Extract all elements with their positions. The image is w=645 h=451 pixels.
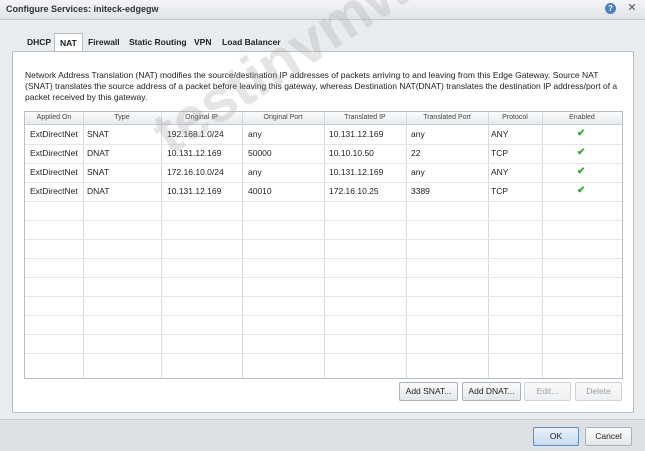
col-header-translated-ip[interactable]: Translated IP: [324, 112, 406, 124]
help-icon[interactable]: ?: [605, 3, 616, 14]
col-header-type[interactable]: Type: [83, 112, 161, 124]
row-divider: [25, 201, 622, 202]
row-divider: [25, 334, 622, 335]
cell-translated-port: any: [411, 167, 425, 177]
col-header-applied-on[interactable]: Applied On: [25, 112, 83, 124]
col-header-protocol[interactable]: Protocol: [488, 112, 542, 124]
close-icon[interactable]: ✕: [626, 2, 638, 14]
add-dnat-button[interactable]: Add DNAT...: [462, 382, 521, 401]
cell-translated-port: 3389: [411, 186, 430, 196]
window-title: Configure Services: initeck-edgegw: [6, 4, 159, 14]
tab-nat[interactable]: NAT: [54, 33, 83, 52]
add-snat-button[interactable]: Add SNAT...: [399, 382, 458, 401]
cell-type: DNAT: [87, 148, 110, 158]
cell-original-port: any: [248, 129, 262, 139]
tab-load-balancer[interactable]: Load Balancer: [217, 34, 286, 50]
column-divider: [488, 112, 489, 378]
row-divider: [25, 353, 622, 354]
cell-translated-ip: 10.131.12.169: [329, 167, 384, 177]
row-divider: [25, 144, 622, 145]
column-divider: [542, 112, 543, 378]
cell-translated-port: any: [411, 129, 425, 139]
enabled-check-icon[interactable]: ✔: [577, 162, 585, 181]
cell-applied-on: ExtDirectNet: [30, 186, 78, 196]
row-divider: [25, 163, 622, 164]
enabled-check-icon[interactable]: ✔: [577, 181, 585, 200]
cell-translated-ip: 10.10.10.50: [329, 148, 374, 158]
row-divider: [25, 296, 622, 297]
enabled-check-icon[interactable]: ✔: [577, 143, 585, 162]
nat-panel: Network Address Translation (NAT) modifi…: [12, 51, 634, 413]
cell-protocol: ANY: [491, 129, 509, 139]
cell-original-ip: 10.131.12.169: [167, 148, 222, 158]
col-header-original-ip[interactable]: Original IP: [161, 112, 242, 124]
cell-translated-ip: 10.131.12.169: [329, 129, 384, 139]
tab-firewall[interactable]: Firewall: [83, 34, 125, 50]
nat-rules-table: Applied On Type Original IP Original Por…: [24, 111, 623, 379]
cell-original-ip: 10.131.12.169: [167, 186, 222, 196]
cell-original-port: 40010: [248, 186, 272, 196]
tab-dhcp[interactable]: DHCP: [22, 34, 56, 50]
cell-type: SNAT: [87, 167, 110, 177]
row-divider: [25, 239, 622, 240]
cell-original-port: any: [248, 167, 262, 177]
cell-protocol: TCP: [491, 186, 508, 196]
row-divider: [25, 182, 622, 183]
ok-button[interactable]: OK: [533, 427, 579, 446]
cell-protocol: ANY: [491, 167, 509, 177]
delete-button[interactable]: Delete: [575, 382, 622, 401]
edit-button[interactable]: Edit...: [524, 382, 571, 401]
column-divider: [161, 112, 162, 378]
row-divider: [25, 315, 622, 316]
cell-type: SNAT: [87, 129, 110, 139]
column-divider: [324, 112, 325, 378]
cell-applied-on: ExtDirectNet: [30, 167, 78, 177]
col-header-enabled[interactable]: Enabled: [542, 112, 622, 124]
tab-vpn[interactable]: VPN: [189, 34, 216, 50]
cancel-button[interactable]: Cancel: [585, 427, 632, 446]
enabled-check-icon[interactable]: ✔: [577, 124, 585, 143]
cell-protocol: TCP: [491, 148, 508, 158]
cell-original-port: 50000: [248, 148, 272, 158]
cell-applied-on: ExtDirectNet: [30, 129, 78, 139]
nat-description: Network Address Translation (NAT) modifi…: [25, 70, 618, 102]
cell-translated-ip: 172.16.10.25: [329, 186, 379, 196]
tab-static-routing[interactable]: Static Routing: [124, 34, 192, 50]
cell-translated-port: 22: [411, 148, 421, 158]
column-divider: [406, 112, 407, 378]
column-divider: [242, 112, 243, 378]
row-divider: [25, 277, 622, 278]
title-bar: Configure Services: initeck-edgegw ? ✕: [0, 0, 645, 20]
row-divider: [25, 220, 622, 221]
row-divider: [25, 258, 622, 259]
col-header-translated-port[interactable]: Translated Port: [406, 112, 488, 124]
column-divider: [83, 112, 84, 378]
cell-applied-on: ExtDirectNet: [30, 148, 78, 158]
dialog-footer: OK Cancel: [0, 419, 645, 451]
cell-original-ip: 172.16.10.0/24: [167, 167, 224, 177]
col-header-original-port[interactable]: Original Port: [242, 112, 324, 124]
cell-type: DNAT: [87, 186, 110, 196]
cell-original-ip: 192.168.1.0/24: [167, 129, 224, 139]
